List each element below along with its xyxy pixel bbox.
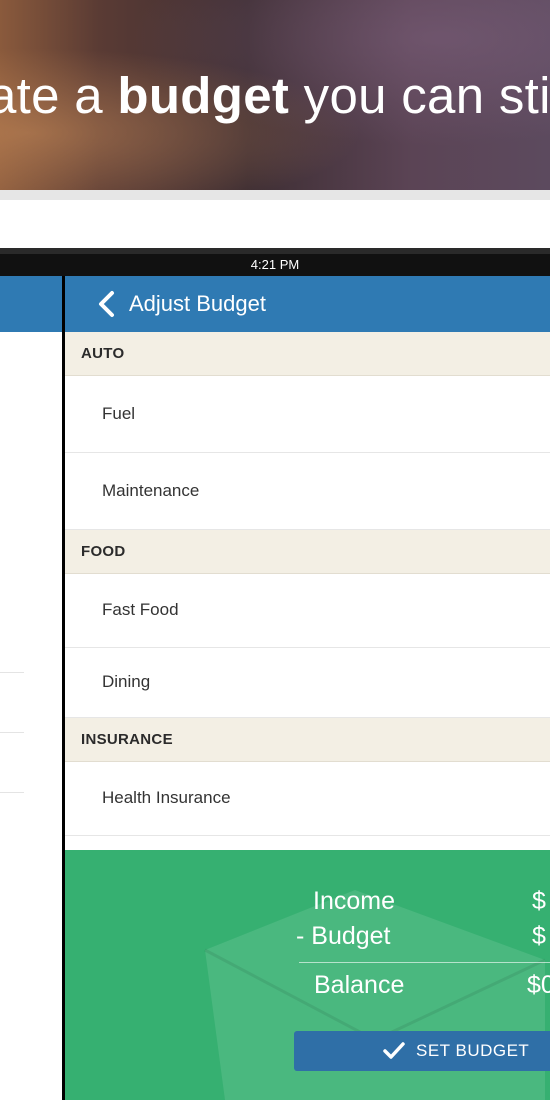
list-item-maintenance[interactable]: Maintenance — [65, 453, 550, 530]
tablet-screen: 4:21 PM Adjust Budget AUTO Fuel Maintena… — [0, 248, 550, 1100]
section-header-auto: AUTO — [65, 332, 550, 376]
income-label: Income — [313, 887, 395, 915]
list-item-fast-food[interactable]: Fast Food — [65, 574, 550, 648]
checkmark-icon — [383, 1042, 405, 1059]
hero-text-post: you can stic — [289, 67, 550, 124]
list-separator — [0, 792, 24, 793]
balance-value: $0 — [527, 971, 550, 999]
list-item-label: Health Insurance — [102, 788, 231, 807]
list-separator — [0, 732, 24, 733]
nav-bar: Adjust Budget — [65, 276, 550, 332]
section-label: AUTO — [81, 345, 125, 362]
section-label: FOOD — [81, 543, 126, 560]
section-label: INSURANCE — [81, 731, 173, 748]
list-item-label: Fuel — [102, 404, 136, 423]
hero-banner: ate a budget you can stic — [0, 0, 550, 190]
budget-label: - Budget — [296, 922, 391, 950]
list-separator — [0, 672, 24, 673]
balance-label: Balance — [314, 971, 405, 999]
list-item-label: Fast Food — [102, 600, 179, 619]
chevron-left-icon[interactable] — [95, 290, 119, 318]
list-item-fuel[interactable]: Fuel — [65, 376, 550, 453]
master-panel-header — [0, 276, 62, 332]
page-gap — [0, 200, 550, 248]
income-value: $ — [532, 887, 546, 915]
section-header-insurance: INSURANCE — [65, 718, 550, 762]
status-bar: 4:21 PM — [0, 248, 550, 276]
set-budget-label: SET BUDGET — [416, 1041, 530, 1060]
list-item-label: Maintenance — [102, 481, 200, 500]
hero-text-pre: ate a — [0, 67, 118, 124]
list-item-health-insurance[interactable]: Health Insurance — [65, 762, 550, 836]
page-title: Adjust Budget — [129, 291, 266, 316]
set-budget-button[interactable]: SET BUDGET — [294, 1031, 550, 1071]
status-time: 4:21 PM — [250, 257, 300, 272]
list-item-label: Dining — [102, 672, 151, 691]
banner-divider — [0, 190, 550, 200]
hero-headline: ate a budget you can stic — [0, 66, 550, 126]
summary-divider — [299, 962, 550, 963]
list-item-dining[interactable]: Dining — [65, 648, 550, 718]
hero-text-bold: budget — [117, 67, 290, 124]
budget-value: $ — [532, 922, 546, 950]
detail-panel: Adjust Budget AUTO Fuel Maintenance FOOD… — [65, 276, 550, 1100]
budget-summary: Income $ - Budget $ Balance $0 SET BUDGE… — [65, 850, 550, 1100]
master-panel — [0, 276, 62, 1100]
section-header-food: FOOD — [65, 530, 550, 574]
